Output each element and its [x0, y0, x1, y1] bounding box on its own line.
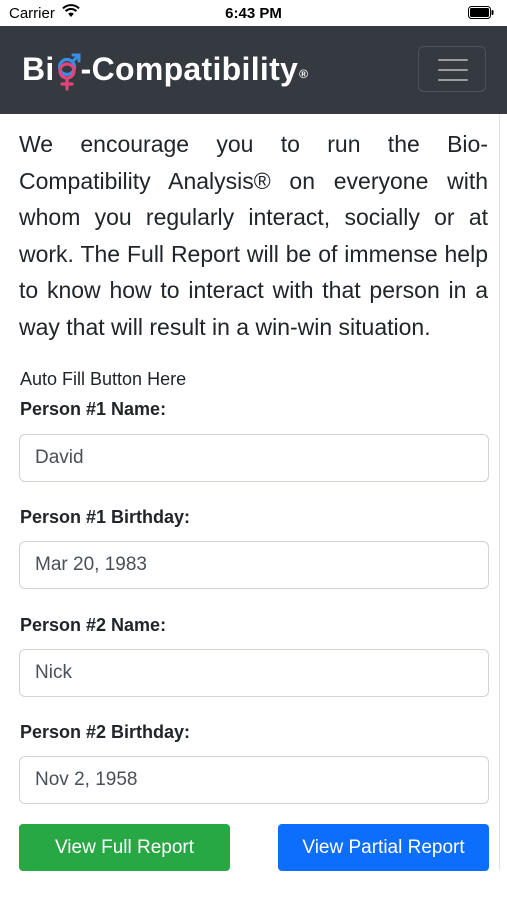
person2-birthday-input[interactable] [19, 756, 489, 804]
gender-symbol-icon [57, 53, 81, 91]
view-full-report-button[interactable]: View Full Report [19, 824, 230, 871]
hamburger-line [438, 69, 468, 71]
brand-logo[interactable]: Bi -Compatibility® [22, 47, 308, 92]
person1-birthday-label: Person #1 Birthday: [20, 507, 191, 527]
menu-toggle-button[interactable] [418, 46, 486, 92]
status-bar: Carrier 6:43 PM [0, 0, 507, 26]
intro-paragraph: We encourage you to run the Bio-Compatib… [19, 131, 488, 340]
hamburger-line [438, 79, 468, 81]
person2-name-label: Person #2 Name: [20, 615, 167, 635]
person1-name-label: Person #1 Name: [20, 399, 167, 419]
brand-prefix: Bi [22, 51, 55, 87]
view-partial-report-button[interactable]: View Partial Report [278, 824, 489, 871]
person2-birthday-label: Person #2 Birthday: [20, 722, 191, 742]
autofill-placeholder: Auto Fill Button Here [20, 369, 187, 389]
registered-mark: ® [299, 67, 309, 81]
brand-suffix: -Compatibility [80, 51, 299, 87]
person1-birthday-input[interactable] [19, 541, 489, 589]
hamburger-menu-icon [438, 59, 468, 61]
scroll-edge [499, 114, 500, 870]
person2-name-input[interactable] [19, 649, 489, 697]
battery-icon [468, 6, 494, 19]
person1-name-input[interactable] [19, 434, 489, 482]
status-time: 6:43 PM [225, 5, 282, 22]
